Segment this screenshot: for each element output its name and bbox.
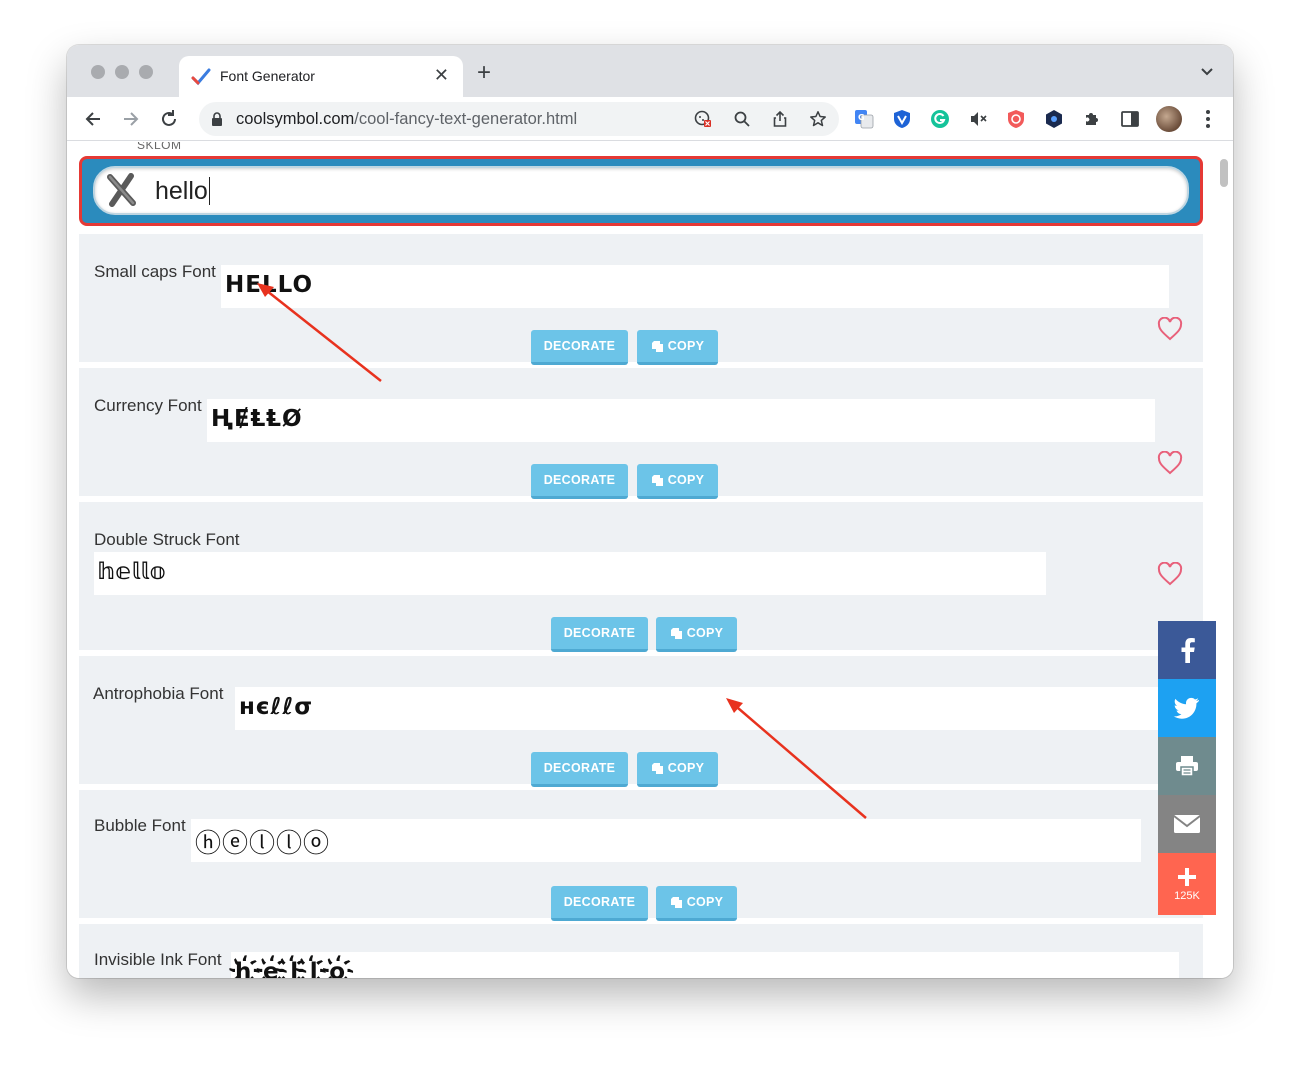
clear-x-icon[interactable] xyxy=(104,173,138,207)
lock-icon[interactable] xyxy=(211,112,223,126)
facebook-icon xyxy=(1181,638,1195,663)
copy-button[interactable]: COPY xyxy=(656,617,737,652)
share-more-button[interactable]: 125K xyxy=(1158,853,1216,915)
font-output-text: h҉e҉l҉l҉o҉ xyxy=(235,959,357,978)
font-output-text: 𝕙𝕖𝕝𝕝𝕠 xyxy=(98,559,167,585)
page-content: SKLOM hello Small caps Font HELLO DECORA… xyxy=(67,142,1233,978)
copy-button[interactable]: COPY xyxy=(637,330,718,365)
decorate-button[interactable]: DECORATE xyxy=(551,617,648,652)
font-label: Currency Font xyxy=(94,396,202,415)
font-card-antrophobia: Antrophobia Font нєℓℓσ DECORATE COPY xyxy=(79,656,1203,787)
font-card-bubble: Bubble Font ⓗⓔⓛⓛⓞ DECORATE COPY xyxy=(79,790,1203,921)
shield-vpn-icon[interactable] xyxy=(892,109,912,129)
font-output-text: нєℓℓσ xyxy=(239,694,314,720)
tab-bar: Font Generator ✕ + xyxy=(67,45,1233,97)
puzzle-extensions-icon[interactable] xyxy=(1082,109,1102,129)
more-menu-icon[interactable] xyxy=(1205,109,1211,129)
svg-text:G: G xyxy=(858,113,865,122)
close-window-button[interactable] xyxy=(91,65,105,79)
share-twitter-button[interactable] xyxy=(1158,679,1216,737)
decorate-button[interactable]: DECORATE xyxy=(531,330,628,365)
reload-icon[interactable] xyxy=(158,108,180,130)
hexagon-extension-icon[interactable] xyxy=(1044,109,1064,129)
font-output-field[interactable]: 𝕙𝕖𝕝𝕝𝕠 xyxy=(94,552,1046,595)
share-facebook-button[interactable] xyxy=(1158,621,1216,679)
decorate-button[interactable]: DECORATE xyxy=(531,752,628,787)
favorite-heart-icon[interactable] xyxy=(1157,451,1183,475)
font-card-currency: Currency Font ⱧɆⱠⱠØ DECORATE COPY xyxy=(79,368,1203,499)
font-card-invisible-ink: Invisible Ink Font h҉e҉l҉l҉o҉ xyxy=(79,924,1203,978)
minimize-window-button[interactable] xyxy=(115,65,129,79)
back-arrow-icon[interactable] xyxy=(82,108,104,130)
font-output-field[interactable]: ⓗⓔⓛⓛⓞ xyxy=(191,819,1141,862)
google-translate-icon[interactable]: G xyxy=(854,109,874,129)
font-label: Double Struck Font xyxy=(94,530,240,549)
partial-heading: SKLOM xyxy=(137,142,182,152)
search-input[interactable]: hello xyxy=(93,166,1189,215)
tab-font-generator[interactable]: Font Generator ✕ xyxy=(179,56,463,97)
font-label: Bubble Font xyxy=(94,816,186,835)
search-box-container: hello xyxy=(79,156,1203,226)
browser-window: Font Generator ✕ + coolsymbol.com/cool-f… xyxy=(67,45,1233,978)
font-label: Invisible Ink Font xyxy=(94,950,222,969)
plus-icon xyxy=(1178,868,1196,886)
font-label: Antrophobia Font xyxy=(93,684,224,703)
side-panel-icon[interactable] xyxy=(1120,109,1140,129)
share-print-button[interactable] xyxy=(1158,737,1216,795)
tab-title: Font Generator xyxy=(220,68,315,84)
twitter-bird-icon xyxy=(1173,697,1199,719)
font-output-text: HELLO xyxy=(225,272,314,298)
mute-icon[interactable] xyxy=(968,109,988,129)
scrollbar-thumb[interactable] xyxy=(1220,159,1228,187)
font-card-double-struck: Double Struck Font 𝕙𝕖𝕝𝕝𝕠 DECORATE COPY xyxy=(79,502,1203,652)
font-output-text: ⓗⓔⓛⓛⓞ xyxy=(195,829,331,859)
grammarly-icon[interactable] xyxy=(930,109,950,129)
font-output-field[interactable]: ⱧɆⱠⱠØ xyxy=(207,399,1155,442)
font-label: Small caps Font xyxy=(94,262,216,281)
copy-button[interactable]: COPY xyxy=(637,464,718,499)
new-tab-button[interactable]: + xyxy=(477,61,491,85)
favorite-heart-icon[interactable] xyxy=(1157,562,1183,586)
font-card-small-caps: Small caps Font HELLO DECORATE COPY xyxy=(79,234,1203,365)
share-email-button[interactable] xyxy=(1158,795,1216,853)
zoom-window-button[interactable] xyxy=(139,65,153,79)
address-bar[interactable]: coolsymbol.com/cool-fancy-text-generator… xyxy=(199,102,839,136)
forward-arrow-icon[interactable] xyxy=(120,108,142,130)
copy-hand-icon xyxy=(670,896,682,908)
bookmark-star-icon[interactable] xyxy=(809,110,827,128)
font-output-text: ⱧɆⱠⱠØ xyxy=(211,406,303,432)
copy-hand-icon xyxy=(670,627,682,639)
copy-button[interactable]: COPY xyxy=(656,886,737,921)
decorate-button[interactable]: DECORATE xyxy=(531,464,628,499)
printer-icon xyxy=(1176,756,1198,777)
favorite-heart-icon[interactable] xyxy=(1157,317,1183,341)
decorate-button[interactable]: DECORATE xyxy=(551,886,648,921)
adblock-shield-icon[interactable] xyxy=(1006,109,1026,129)
copy-button[interactable]: COPY xyxy=(637,752,718,787)
checkmark-favicon-icon xyxy=(191,68,211,86)
url-text: coolsymbol.com/cool-fancy-text-generator… xyxy=(236,110,578,128)
copy-hand-icon xyxy=(651,474,663,486)
font-output-field[interactable]: HELLO xyxy=(221,265,1169,308)
profile-avatar[interactable] xyxy=(1156,106,1182,132)
search-icon[interactable] xyxy=(733,110,751,128)
browser-toolbar: coolsymbol.com/cool-fancy-text-generator… xyxy=(67,97,1233,141)
search-input-value: hello xyxy=(155,177,210,205)
cookie-blocked-icon[interactable] xyxy=(694,110,712,128)
email-envelope-icon xyxy=(1173,815,1201,833)
share-count: 125K xyxy=(1174,890,1200,902)
chevron-down-icon[interactable] xyxy=(1199,63,1215,79)
copy-hand-icon xyxy=(651,762,663,774)
font-output-field[interactable]: нєℓℓσ xyxy=(235,687,1183,730)
share-icon[interactable] xyxy=(771,110,789,128)
font-output-field[interactable]: h҉e҉l҉l҉o҉ xyxy=(231,952,1179,978)
copy-hand-icon xyxy=(651,340,663,352)
tab-close-icon[interactable]: ✕ xyxy=(434,65,449,86)
